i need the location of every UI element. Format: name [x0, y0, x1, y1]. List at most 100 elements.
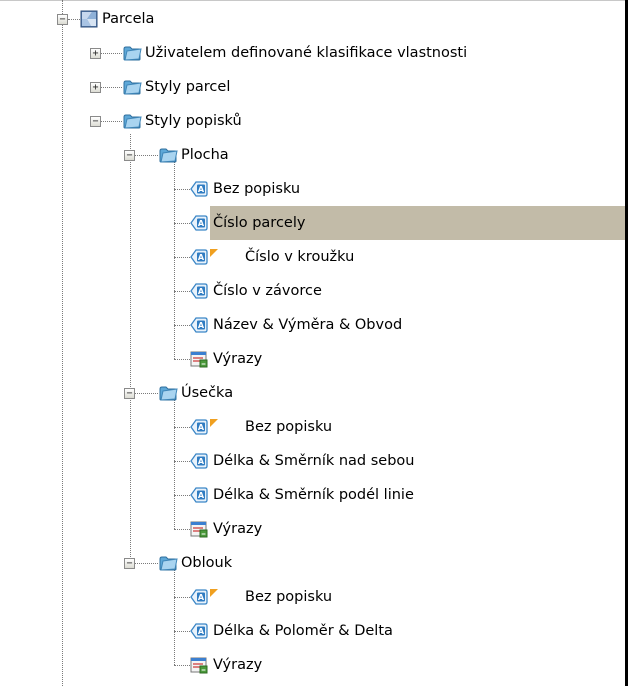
tree-connector: [174, 223, 190, 224]
tree-node-plocha-cislo-parcely[interactable]: A Číslo parcely: [0, 206, 625, 240]
tree-node-label: Styly parcel: [145, 79, 231, 95]
tree-node-plocha-vyrazy[interactable]: = Výrazy: [0, 342, 625, 376]
tree-connector: [174, 291, 190, 292]
label-style-icon: A: [190, 180, 208, 198]
tree-node-styly-popisku[interactable]: − Styly popisků: [0, 104, 625, 138]
tree-connector: [174, 529, 190, 530]
folder-icon: [158, 146, 178, 164]
label-style-icon: A: [190, 214, 208, 232]
tree-connector: [174, 359, 190, 360]
tree-node-usecka-vyrazy[interactable]: = Výrazy: [0, 512, 625, 546]
svg-text:A: A: [198, 593, 205, 602]
svg-text:A: A: [198, 457, 205, 466]
tree-node-uzivatelem[interactable]: + Uživatelem definované klasifikace vlast…: [0, 36, 625, 70]
tree-node-label: Číslo parcely: [213, 215, 306, 231]
tree-connector: [174, 665, 190, 666]
tree-connector: [68, 19, 80, 20]
tree-node-label: Bez popisku: [245, 419, 333, 435]
tree-node-plocha[interactable]: − Plocha: [0, 138, 625, 172]
folder-icon: [122, 78, 142, 96]
svg-text:A: A: [198, 219, 205, 228]
label-style-icon: A: [190, 486, 208, 504]
svg-text:A: A: [198, 185, 205, 194]
tree-connector: [174, 461, 190, 462]
collapse-toggle-icon[interactable]: −: [124, 150, 135, 161]
tree-connector: [101, 87, 122, 88]
folder-icon: [122, 44, 142, 62]
label-style-icon: A: [190, 622, 208, 640]
tree-node-plocha-bez-popisku[interactable]: A Bez popisku: [0, 172, 625, 206]
tree-node-oblouk[interactable]: − Oblouk: [0, 546, 625, 580]
tree-node-plocha-nazev[interactable]: A Název & Výměra & Obvod: [0, 308, 625, 342]
override-flag-icon: [210, 249, 218, 257]
tree-node-label: Délka & Poloměr & Delta: [213, 623, 393, 639]
svg-text:=: =: [201, 667, 206, 674]
tree-node-parcela[interactable]: − Parcela: [0, 3, 625, 37]
tree-node-usecka-bez-popisku[interactable]: A Bez popisku: [0, 410, 625, 444]
tree-node-plocha-cislo-v-zavorce[interactable]: A Číslo v závorce: [0, 274, 625, 308]
tree-node-label: Výrazy: [213, 521, 263, 537]
tree-connector: [174, 325, 190, 326]
svg-text:A: A: [198, 253, 205, 262]
expand-toggle-icon[interactable]: +: [90, 82, 101, 93]
svg-text:A: A: [198, 627, 205, 636]
tree-node-label: Plocha: [181, 147, 229, 163]
tree-node-label: Bez popisku: [245, 589, 333, 605]
label-style-icon: A: [190, 418, 208, 436]
label-style-icon: A: [190, 452, 208, 470]
expressions-icon: =: [190, 520, 208, 538]
expressions-icon: =: [190, 350, 208, 368]
tree-node-oblouk-vyrazy[interactable]: = Výrazy: [0, 648, 625, 682]
tree-connector: [135, 563, 158, 564]
svg-text:=: =: [201, 361, 206, 368]
label-style-icon: A: [190, 316, 208, 334]
svg-text:A: A: [198, 321, 205, 330]
tree-node-oblouk-delka[interactable]: A Délka & Poloměr & Delta: [0, 614, 625, 648]
tree-node-label: Parcela: [102, 11, 155, 27]
collapse-toggle-icon[interactable]: −: [57, 14, 68, 25]
svg-text:A: A: [198, 423, 205, 432]
tree-node-label: Výrazy: [213, 657, 263, 673]
tree-connector: [174, 631, 190, 632]
svg-text:A: A: [198, 287, 205, 296]
tree-node-label: Bez popisku: [213, 181, 301, 197]
svg-text:=: =: [201, 531, 206, 538]
tree-connector: [174, 495, 190, 496]
tree-node-usecka-podel-linie[interactable]: A Délka & Směrník podél linie: [0, 478, 625, 512]
tree-connector: [174, 597, 190, 598]
tree-node-label: Délka & Směrník podél linie: [213, 487, 414, 503]
collapse-toggle-icon[interactable]: −: [124, 558, 135, 569]
tree-connector: [135, 393, 158, 394]
tree-node-label: Styly popisků: [145, 113, 242, 129]
expand-toggle-icon[interactable]: +: [90, 48, 101, 59]
folder-icon: [158, 554, 178, 572]
tree-node-label: Název & Výměra & Obvod: [213, 317, 403, 333]
tree-view[interactable]: − Parcela + Uživatelem definované klasifi…: [0, 0, 625, 686]
svg-text:A: A: [198, 491, 205, 500]
label-style-icon: A: [190, 248, 208, 266]
tree-node-label: Číslo v kroužku: [245, 249, 355, 265]
tree-node-label: Úsečka: [181, 385, 234, 401]
override-flag-icon: [210, 589, 218, 597]
folder-icon: [122, 112, 142, 130]
tree-node-label: Číslo v závorce: [213, 283, 322, 299]
tree-node-usecka-nad-sebou[interactable]: A Délka & Směrník nad sebou: [0, 444, 625, 478]
label-style-icon: A: [190, 588, 208, 606]
override-flag-icon: [210, 419, 218, 427]
tree-node-styly-parcel[interactable]: + Styly parcel: [0, 70, 625, 104]
tree-node-label: Délka & Směrník nad sebou: [213, 453, 415, 469]
tree-connector: [101, 53, 122, 54]
tree-node-plocha-cislo-v-krouzku[interactable]: A Číslo v kroužku: [0, 240, 625, 274]
tree-node-label: Oblouk: [181, 555, 233, 571]
tree-node-usecka[interactable]: − Úsečka: [0, 376, 625, 410]
tree-node-label: Uživatelem definované klasifikace vlastn…: [145, 45, 468, 61]
tree-connector: [174, 257, 190, 258]
tree-connector: [174, 189, 190, 190]
parcel-collection-icon: [80, 10, 98, 28]
tree-connector: [174, 427, 190, 428]
collapse-toggle-icon[interactable]: −: [124, 388, 135, 399]
collapse-toggle-icon[interactable]: −: [90, 116, 101, 127]
tree-node-oblouk-bez-popisku[interactable]: A Bez popisku: [0, 580, 625, 614]
tree-panel: − Parcela + Uživatelem definované klasifi…: [0, 0, 628, 686]
tree-connector: [101, 121, 122, 122]
